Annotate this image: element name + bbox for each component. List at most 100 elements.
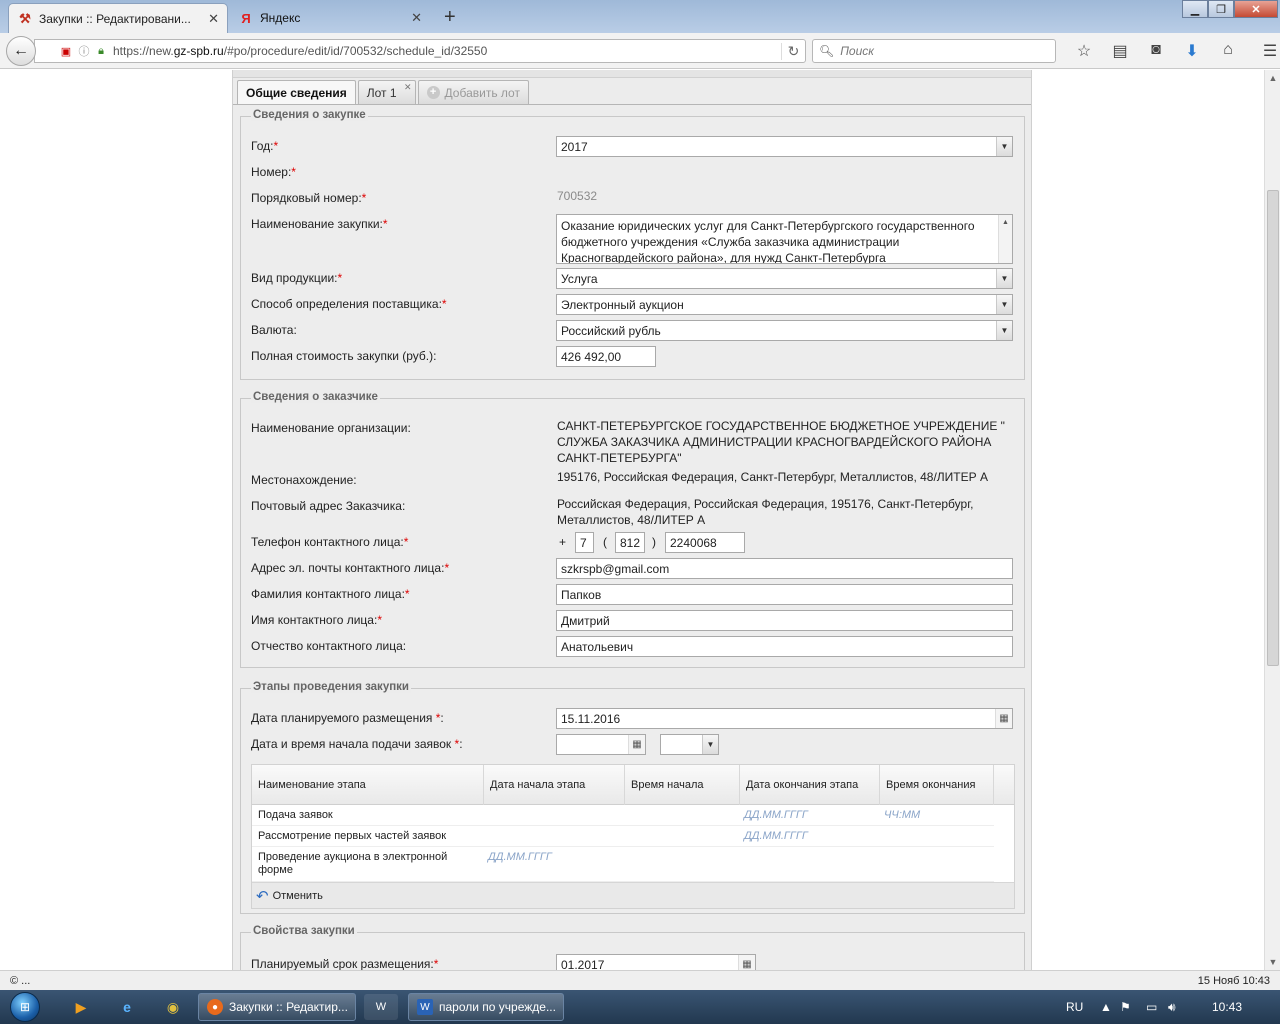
close-window-button[interactable]: ✕ — [1234, 0, 1278, 18]
media-player-icon[interactable]: ▶ — [64, 994, 98, 1020]
planned-date-value: 15.11.2016 — [561, 712, 621, 726]
internet-explorer-icon[interactable]: e — [110, 994, 144, 1020]
new-tab-icon[interactable]: + — [444, 6, 456, 29]
maximize-button[interactable]: ❐ — [1208, 0, 1234, 18]
end-date-cell[interactable]: ДД.ММ.ГГГГ — [744, 809, 808, 821]
end-time-cell[interactable]: ЧЧ:ММ — [884, 809, 920, 821]
calendar-icon[interactable]: ▦ — [738, 955, 755, 970]
currency-select[interactable]: Российский рубль ▼ — [556, 320, 1013, 341]
back-button[interactable]: ← — [6, 36, 36, 66]
menu-icon[interactable]: ☰ — [1252, 41, 1280, 61]
phone-code-input[interactable]: 812 — [615, 532, 645, 553]
postal-value: Российская Федерация, Российская Федерац… — [557, 497, 974, 527]
taskbar-task-browser[interactable]: ● Закупки :: Редактир... — [198, 993, 356, 1021]
minimize-button[interactable]: ▁ — [1182, 0, 1208, 18]
url-bar[interactable]: ▣ ⓘ 🔒︎ https://new.gz-spb.ru/#po/procedu… — [34, 39, 806, 63]
planned-date-label: Дата планируемого размещения *: — [251, 711, 444, 725]
word-icon[interactable]: W — [364, 994, 398, 1020]
end-date-cell[interactable]: ДД.ММ.ГГГГ — [744, 830, 808, 842]
start-button[interactable]: ⊞ — [4, 990, 46, 1024]
firstname-field[interactable]: Дмитрий — [556, 610, 1013, 631]
document-icon: W — [417, 999, 433, 1015]
start-date-cell[interactable]: ДД.ММ.ГГГГ — [488, 851, 552, 863]
chrome-icon[interactable]: ◉ — [156, 994, 190, 1020]
email-field[interactable]: szkrspb@gmail.com — [556, 558, 1013, 579]
reload-icon[interactable]: ↻ — [781, 42, 805, 60]
textarea-scrollbar[interactable]: ▲▼ — [998, 215, 1012, 263]
phone-close-paren: ) — [652, 535, 656, 549]
url-text[interactable]: https://new.gz-spb.ru/#po/procedure/edit… — [109, 44, 781, 58]
download-icon[interactable]: ⬇ — [1174, 41, 1210, 61]
patronymic-field[interactable]: Анатольевич — [556, 636, 1013, 657]
firefox-icon: ● — [207, 999, 223, 1015]
patronymic-label: Отчество контактного лица: — [251, 639, 407, 653]
section-stages: Этапы проведения закупки Дата планируемо… — [240, 681, 1025, 914]
stage-name: Подача заявок — [258, 809, 333, 821]
table-row: Рассмотрение первых частей заявок ДД.ММ.… — [252, 826, 994, 847]
year-label: Год:* — [251, 139, 279, 153]
procedure-form: Общие сведения Лот 1 ✕ + Добавить лот Св… — [232, 70, 1032, 970]
start-date-input[interactable]: ▦ — [556, 734, 646, 755]
clock[interactable]: 10:43 — [1212, 1000, 1242, 1014]
volume-icon[interactable]: 🔊︎ — [1168, 1000, 1176, 1015]
tab-general[interactable]: Общие сведения — [237, 80, 356, 104]
add-lot-button[interactable]: + Добавить лот — [417, 80, 529, 104]
section-legend: Сведения о заказчике — [251, 391, 380, 403]
hammer-icon: ⚒ — [19, 10, 31, 26]
window-controls: ▁ ❐ ✕ — [1182, 0, 1278, 18]
language-indicator[interactable]: RU — [1066, 1000, 1083, 1014]
browser-tab-yandex[interactable]: Я Яндекс ✕ — [230, 3, 430, 33]
method-select[interactable]: Электронный аукцион ▼ — [556, 294, 1013, 315]
flag-icon[interactable]: ⚑ — [1120, 1000, 1131, 1014]
close-icon[interactable]: ✕ — [411, 10, 422, 26]
year-select[interactable]: 2017 ▼ — [556, 136, 1013, 157]
status-bar: © ... 15 Нояб 10:43 — [0, 970, 1280, 990]
stage-name: Рассмотрение первых частей заявок — [258, 830, 447, 842]
scroll-thumb[interactable] — [1267, 190, 1279, 666]
page-info-icon[interactable]: ▣ — [35, 45, 75, 58]
browser-tab-active[interactable]: ⚒ Закупки :: Редактировани... ✕ — [8, 3, 228, 33]
home-icon[interactable]: ⌂ — [1210, 41, 1246, 61]
plus-icon: + — [426, 86, 440, 99]
task-label: Закупки :: Редактир... — [229, 1000, 348, 1014]
procurement-name-textarea[interactable]: Оказание юридических услуг для Санкт-Пет… — [556, 214, 1013, 264]
calendar-icon[interactable]: ▦ — [995, 709, 1012, 728]
pocket-icon[interactable]: ◙ — [1138, 41, 1174, 61]
scroll-up-icon[interactable]: ▲ — [1265, 70, 1280, 86]
arrow-left-icon: ← — [13, 42, 29, 59]
term-label: Планируемый срок размещения:* — [251, 957, 439, 970]
phone-country-input[interactable]: 7 — [575, 532, 594, 553]
bookmark-star-icon[interactable]: ☆ — [1066, 41, 1102, 61]
stages-table-header: Наименование этапа Дата начала этапа Вре… — [252, 765, 1014, 805]
info-icon[interactable]: ⓘ — [75, 43, 93, 59]
product-select[interactable]: Услуга ▼ — [556, 268, 1013, 289]
taskbar-task-document[interactable]: W пароли по учрежде... — [408, 993, 564, 1021]
surname-field[interactable]: Папков — [556, 584, 1013, 605]
chevron-down-icon: ▼ — [996, 321, 1012, 340]
undo-button[interactable]: ↶ Отменить — [252, 882, 1014, 908]
column-header: Дата окончания этапа — [740, 765, 880, 805]
network-icon[interactable]: ▭ — [1146, 1000, 1157, 1014]
calendar-icon[interactable]: ▦ — [628, 735, 645, 754]
section-legend: Свойства закупки — [251, 925, 357, 937]
term-input[interactable]: 01.2017 ▦ — [556, 954, 756, 970]
location-label: Местонахождение: — [251, 473, 357, 487]
tab-lot-1[interactable]: Лот 1 ✕ — [357, 80, 416, 104]
close-icon[interactable]: ✕ — [208, 11, 219, 27]
phone-number-input[interactable]: 2240068 — [665, 532, 745, 553]
toolbar-icons: ☆ ▤ ◙ ⬇ ⌂ ☰ — [1066, 41, 1280, 61]
page-header-strip — [233, 70, 1031, 78]
search-input[interactable]: 🔍︎ Поиск — [812, 39, 1056, 63]
start-time-select[interactable]: ▼ — [660, 734, 719, 755]
cost-input[interactable]: 426 492,00 — [556, 346, 656, 367]
table-row: Проведение аукциона в электронной форме … — [252, 847, 994, 882]
tray-expand-icon[interactable]: ▲ — [1100, 1000, 1112, 1014]
undo-icon: ↶ — [256, 887, 269, 905]
page-scrollbar[interactable]: ▲ ▼ — [1264, 70, 1280, 970]
tab-divider — [233, 104, 1031, 105]
scroll-down-icon[interactable]: ▼ — [1265, 954, 1280, 970]
column-header: Время окончания — [880, 765, 994, 805]
close-icon[interactable]: ✕ — [404, 82, 412, 93]
planned-date-input[interactable]: 15.11.2016 ▦ — [556, 708, 1013, 729]
reading-list-icon[interactable]: ▤ — [1102, 41, 1138, 61]
